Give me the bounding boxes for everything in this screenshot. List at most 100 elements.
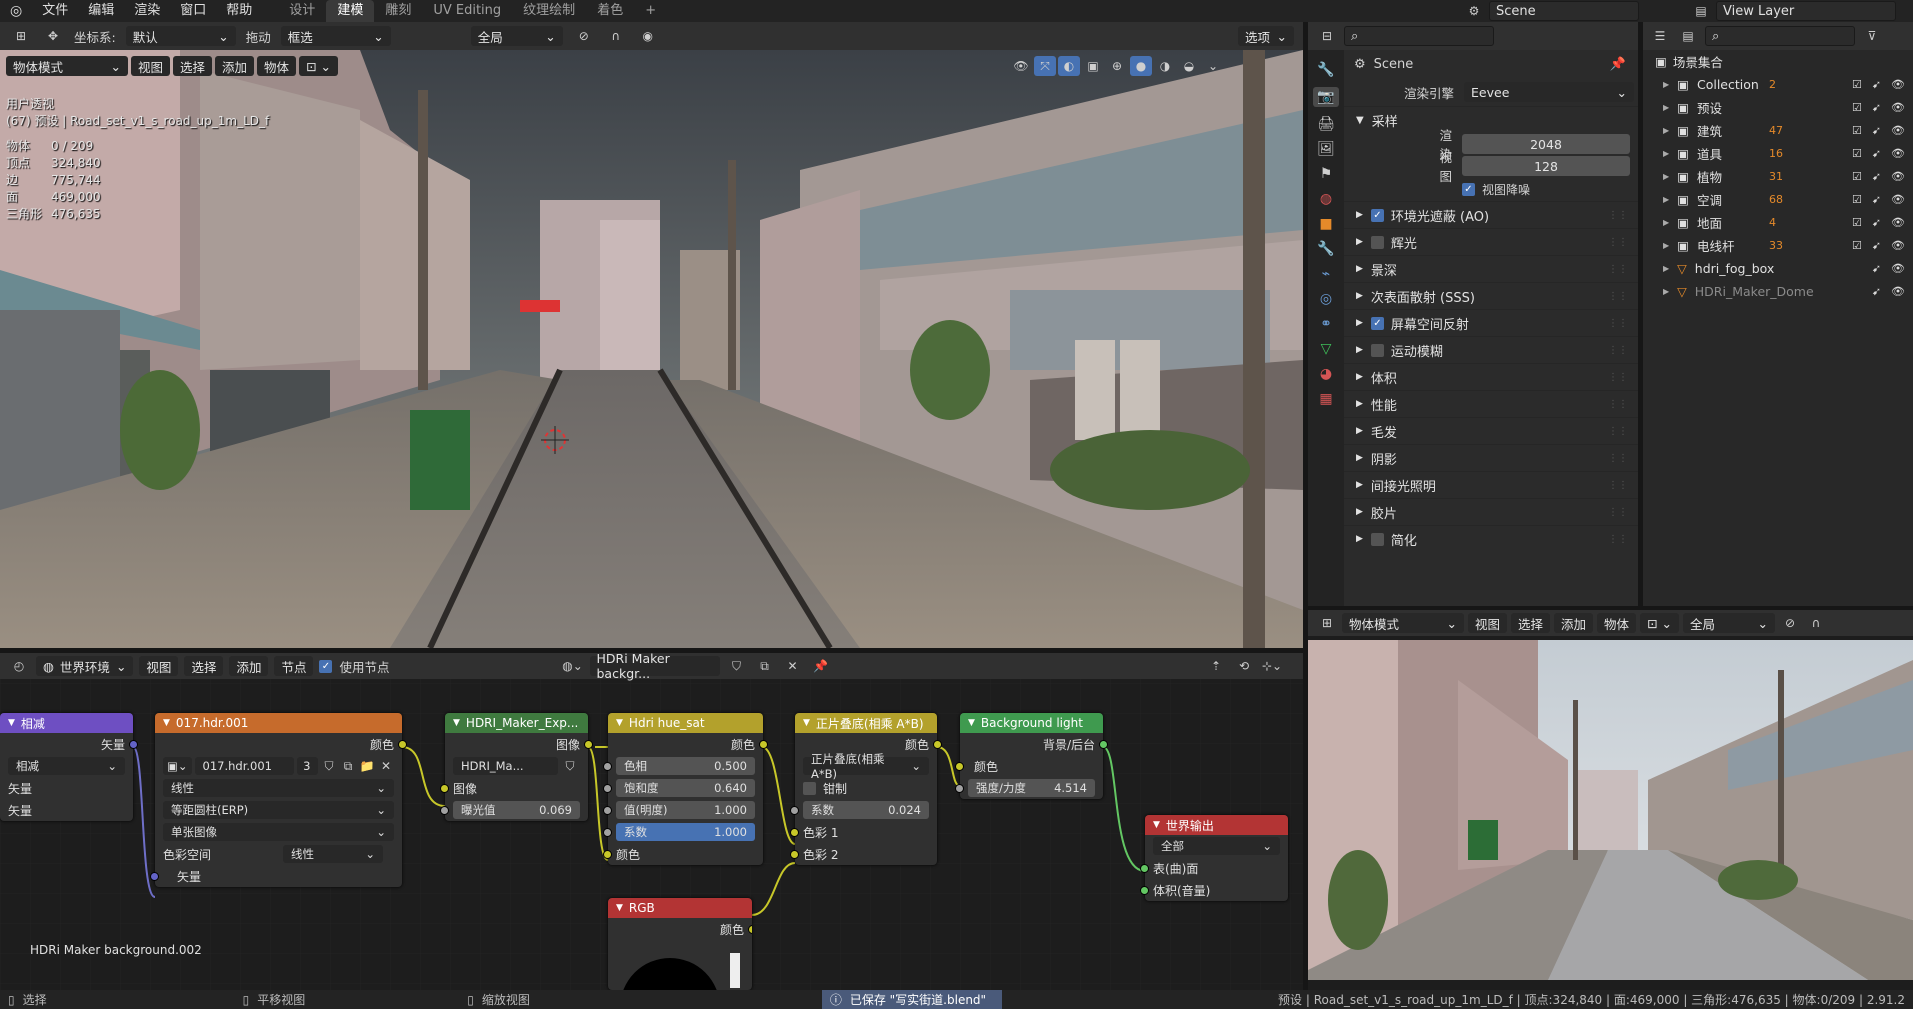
checkbox-checked-icon[interactable]: ☑ bbox=[1852, 193, 1862, 206]
render-tab-icon[interactable]: 📷 bbox=[1313, 87, 1339, 107]
preview-menu-view[interactable]: 视图 bbox=[1468, 613, 1508, 633]
node-header[interactable]: ▼ 正片叠底(相乘 A*B) bbox=[795, 713, 937, 733]
editor-type-icon[interactable]: ☰ bbox=[1649, 26, 1671, 46]
physics-tab-icon[interactable]: ◎ bbox=[1320, 291, 1332, 307]
node-header[interactable]: ▼ RGB bbox=[608, 898, 752, 918]
output-socket[interactable] bbox=[129, 739, 138, 749]
scene-selector[interactable]: ⚙ Scene bbox=[1463, 1, 1643, 21]
eye-icon[interactable]: 👁 bbox=[1891, 170, 1905, 183]
preview-menu-add[interactable]: 添加 bbox=[1554, 613, 1594, 633]
checkbox-checked-icon[interactable]: ✓ bbox=[1370, 208, 1384, 222]
menu-edit[interactable]: 编辑 bbox=[78, 0, 124, 22]
outliner-item[interactable]: ▶ ▣ 植物 31 ☑ ➹ 👁 bbox=[1643, 165, 1913, 188]
checkbox-checked-icon[interactable]: ☑ bbox=[1852, 101, 1862, 114]
menu-help[interactable]: 帮助 bbox=[216, 0, 262, 22]
tab-uv-editing[interactable]: UV Editing bbox=[422, 0, 512, 22]
input-socket[interactable] bbox=[1140, 863, 1149, 873]
checkbox-checked-icon[interactable]: ☑ bbox=[1852, 239, 1862, 252]
drag-handle-icon[interactable]: ⋮⋮ bbox=[1608, 237, 1628, 248]
input-socket[interactable] bbox=[440, 805, 449, 815]
section-row[interactable]: ▶ ✓ 环境光遮蔽 (AO) ⋮⋮ bbox=[1344, 201, 1638, 228]
scene-name-field[interactable]: Scene bbox=[1489, 1, 1639, 21]
eye-icon[interactable]: 👁 bbox=[1891, 285, 1905, 298]
section-row[interactable]: ▶ 次表面散射 (SSS) ⋮⋮ bbox=[1344, 282, 1638, 309]
expand-icon[interactable]: ▶ bbox=[1663, 172, 1669, 181]
section-row[interactable]: ▶ 毛发 ⋮⋮ bbox=[1344, 417, 1638, 444]
fake-user-icon[interactable]: ⛉ bbox=[561, 756, 579, 776]
duplicate-icon[interactable]: ⧉ bbox=[754, 656, 776, 676]
section-row[interactable]: ▶ 运动模糊 ⋮⋮ bbox=[1344, 336, 1638, 363]
expand-icon[interactable]: ▶ bbox=[1663, 264, 1669, 273]
mix-factor-field[interactable]: 系数 0.024 bbox=[803, 801, 929, 819]
node-header[interactable]: ▼ 相减 bbox=[0, 713, 133, 733]
interpolation-dropdown[interactable]: 线性 ⌄ bbox=[163, 779, 394, 797]
viewport-menu-add[interactable]: 添加 bbox=[215, 56, 255, 76]
expand-icon[interactable]: ▶ bbox=[1663, 195, 1669, 204]
editor-type-icon[interactable]: ⊞ bbox=[1316, 613, 1338, 633]
transform-affect-icon[interactable]: ⊡ ⌄ bbox=[299, 56, 338, 76]
menu-file[interactable]: 文件 bbox=[32, 0, 78, 22]
drag-handle-icon[interactable]: ⋮⋮ bbox=[1608, 264, 1628, 275]
expand-icon[interactable]: ▶ bbox=[1663, 287, 1669, 296]
outliner-search[interactable]: ⌕ bbox=[1705, 26, 1855, 46]
outliner-item[interactable]: ▶ ▽ hdri_fog_box ➹ 👁 bbox=[1643, 257, 1913, 280]
rendered-shading-icon[interactable]: ◒ bbox=[1178, 56, 1200, 76]
tool-tab-icon[interactable]: 🔧 bbox=[1317, 62, 1334, 78]
expand-icon[interactable]: ▶ bbox=[1663, 149, 1669, 158]
object-tab-icon[interactable]: ■ bbox=[1319, 216, 1332, 232]
node-hue-saturation[interactable]: ▼ Hdri hue_sat 颜色 色相 0.500 饱和度 0.640 值(明度) 1… bbox=[603, 713, 768, 865]
outliner-item[interactable]: ▶ ▣ 空调 68 ☑ ➹ 👁 bbox=[1643, 188, 1913, 211]
checkbox-checked-icon[interactable]: ☑ bbox=[1852, 124, 1862, 137]
checkbox-checked-icon[interactable]: ☑ bbox=[1852, 78, 1862, 91]
drag-handle-icon[interactable]: ⋮⋮ bbox=[1608, 372, 1628, 383]
view-layer-tab-icon[interactable]: 🖼 bbox=[1317, 141, 1335, 157]
checkbox-unchecked-icon[interactable] bbox=[1370, 235, 1384, 249]
snap-icon[interactable]: ⊘ bbox=[573, 26, 595, 46]
eye-icon[interactable]: 👁 bbox=[1891, 216, 1905, 229]
snap-icon[interactable]: ⊘ bbox=[1779, 613, 1801, 633]
node-header[interactable]: ▼ 世界输出 bbox=[1145, 815, 1288, 835]
mode-dropdown[interactable]: 物体模式 ⌄ bbox=[6, 56, 128, 76]
world-browse-icon[interactable]: ◍⌄ bbox=[562, 656, 584, 676]
source-dropdown[interactable]: 单张图像 ⌄ bbox=[163, 823, 394, 841]
projection-dropdown[interactable]: 等距圆柱(ERP) ⌄ bbox=[163, 801, 394, 819]
section-row[interactable]: ▶ 辉光 ⋮⋮ bbox=[1344, 228, 1638, 255]
modifier-tab-icon[interactable]: 🔧 bbox=[1317, 241, 1334, 257]
outliner-item[interactable]: ▶ ▣ 电线杆 33 ☑ ➹ 👁 bbox=[1643, 234, 1913, 257]
output-socket[interactable] bbox=[398, 739, 407, 749]
options-dropdown[interactable]: 选项 ⌄ bbox=[1238, 26, 1294, 46]
section-row[interactable]: ▶ 体积 ⋮⋮ bbox=[1344, 363, 1638, 390]
use-nodes-toggle[interactable]: ✓ 使用节点 bbox=[319, 657, 390, 676]
outliner-item[interactable]: ▶ ▣ 道具 16 ☑ ➹ 👁 bbox=[1643, 142, 1913, 165]
select-arrow-icon[interactable]: ➹ bbox=[1872, 101, 1881, 114]
expand-icon[interactable]: ▶ bbox=[1663, 103, 1669, 112]
blender-logo-icon[interactable]: ◎ bbox=[0, 0, 32, 22]
expand-icon[interactable]: ▶ bbox=[1663, 80, 1669, 89]
select-arrow-icon[interactable]: ➹ bbox=[1872, 285, 1881, 298]
factor-field[interactable]: 系数 1.000 bbox=[616, 823, 755, 841]
section-row[interactable]: ▶ 景深 ⋮⋮ bbox=[1344, 255, 1638, 282]
editor-type-icon[interactable]: ⊞ bbox=[10, 26, 32, 46]
node-header[interactable]: ▼ HDRI_Maker_Exp... bbox=[445, 713, 588, 733]
parent-node-tree-icon[interactable]: ⇡ bbox=[1205, 656, 1227, 676]
section-row[interactable]: ▶ 间接光照明 ⋮⋮ bbox=[1344, 471, 1638, 498]
checkbox-checked-icon[interactable]: ✓ bbox=[1462, 182, 1475, 196]
preview-menu-select[interactable]: 选择 bbox=[1511, 613, 1551, 633]
material-tab-icon[interactable]: ◕ bbox=[1320, 366, 1332, 382]
node-group-exposure[interactable]: ▼ HDRI_Maker_Exp... 图像 HDRI_Ma... ⛉ 图像 曝光值… bbox=[440, 713, 593, 821]
wireframe-shading-icon[interactable]: ⊕ bbox=[1106, 56, 1128, 76]
eye-icon[interactable]: 👁 bbox=[1891, 101, 1905, 114]
fake-user-icon[interactable]: ⛉ bbox=[726, 656, 748, 676]
pivot-dropdown[interactable]: 全局 ⌄ bbox=[470, 26, 563, 46]
section-row[interactable]: ▶ 胶片 ⋮⋮ bbox=[1344, 498, 1638, 525]
checkbox-unchecked-icon[interactable] bbox=[1370, 532, 1384, 546]
clamp-row[interactable]: 钳制 bbox=[795, 777, 937, 799]
drag-handle-icon[interactable]: ⋮⋮ bbox=[1608, 345, 1628, 356]
output-socket[interactable] bbox=[1099, 739, 1108, 749]
node-header[interactable]: ▼ Hdri hue_sat bbox=[608, 713, 763, 733]
world-datablock-field[interactable]: HDRi Maker backgr... bbox=[589, 651, 720, 681]
material-shading-icon[interactable]: ◑ bbox=[1154, 56, 1176, 76]
view-layer-selector[interactable]: ▤ View Layer bbox=[1690, 1, 1913, 21]
colorspace-dropdown[interactable]: 线性 ⌄ bbox=[283, 845, 383, 863]
rendered-preview[interactable] bbox=[1308, 640, 1913, 980]
